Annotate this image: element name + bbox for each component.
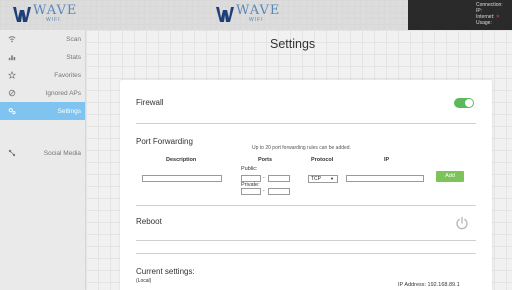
sidebar-item-label: Stats	[66, 53, 81, 61]
power-icon[interactable]	[455, 216, 469, 230]
wifi-icon	[8, 36, 16, 43]
logo-text: WAVE	[33, 3, 78, 18]
port-forwarding-note: Up to 20 port forwarding rules can be ad…	[252, 145, 351, 151]
center-logo: WAVE WIFI	[215, 4, 280, 24]
firewall-toggle[interactable]	[454, 98, 474, 108]
public-label: Public:	[241, 166, 258, 172]
wave-logo-icon	[216, 7, 234, 22]
logo-subtext: WIFI	[46, 17, 61, 23]
share-icon	[8, 149, 16, 157]
add-button[interactable]: Add	[436, 171, 464, 182]
gears-icon	[8, 108, 16, 115]
divider	[136, 205, 476, 206]
toggle-knob	[465, 99, 473, 107]
sidebar-item-label: Ignored APs	[45, 89, 81, 97]
private-port-end-input[interactable]	[268, 188, 290, 195]
sidebar-item-label: Scan	[66, 35, 81, 43]
sidebar-item-social-media[interactable]: Social Media	[0, 144, 85, 162]
protocol-value: TCP	[311, 176, 321, 182]
sidebar-item-label: Favorites	[54, 71, 81, 79]
column-protocol: Protocol	[311, 157, 334, 163]
star-icon	[8, 71, 16, 79]
internet-x-icon: ✕	[495, 14, 500, 20]
port-forwarding-title: Port Forwarding	[136, 137, 193, 146]
sidebar-item-favorites[interactable]: Favorites	[0, 66, 85, 84]
sidebar-item-settings[interactable]: Settings	[0, 102, 85, 120]
logo-subtext: WIFI	[249, 17, 264, 23]
column-ports: Ports	[258, 157, 273, 163]
public-port-end-input[interactable]	[268, 175, 290, 182]
chevron-down-icon: ▼	[330, 176, 334, 181]
left-logo: WAVE WIFI	[12, 4, 77, 24]
range-dash: -	[263, 175, 265, 181]
sidebar-item-stats[interactable]: Stats	[0, 48, 85, 66]
sidebar-item-label: Social Media	[43, 149, 81, 157]
wave-logo-icon	[13, 7, 31, 22]
settings-card: Firewall Port Forwarding Up to 20 port f…	[120, 80, 492, 290]
ip-address-value: IP Address: 192.168.89.1	[398, 282, 460, 288]
top-bar: WAVE WIFI WAVE WIFI Connection: IP: Inte…	[0, 0, 512, 30]
sidebar: Scan Stats Favorites Ignored APs Setting…	[0, 30, 86, 290]
page-title: Settings	[270, 37, 316, 51]
ip-input[interactable]	[346, 175, 424, 182]
public-port-start-input[interactable]	[241, 175, 261, 182]
logo-text: WAVE	[236, 3, 281, 18]
ban-icon	[8, 89, 16, 97]
current-settings-subtitle: (Local)	[136, 278, 152, 284]
reboot-title: Reboot	[136, 217, 162, 226]
sidebar-item-scan[interactable]: Scan	[0, 30, 85, 48]
column-description: Description	[166, 157, 197, 163]
bar-chart-icon	[8, 55, 16, 61]
current-settings-title: Current settings:	[136, 267, 195, 276]
divider	[136, 253, 476, 254]
divider	[136, 240, 476, 241]
range-dash: -	[263, 188, 265, 194]
sidebar-item-ignored-aps[interactable]: Ignored APs	[0, 84, 85, 102]
private-port-start-input[interactable]	[241, 188, 261, 195]
description-input[interactable]	[142, 175, 222, 182]
divider	[136, 123, 476, 124]
protocol-select[interactable]: TCP ▼	[308, 175, 338, 183]
firewall-title: Firewall	[136, 98, 164, 107]
connection-status: Connection: IP: Internet: ✕ Usage:	[408, 0, 512, 30]
usage-label: Usage:	[476, 20, 492, 26]
column-ip: IP	[384, 157, 390, 163]
sidebar-item-label: Settings	[57, 107, 82, 115]
